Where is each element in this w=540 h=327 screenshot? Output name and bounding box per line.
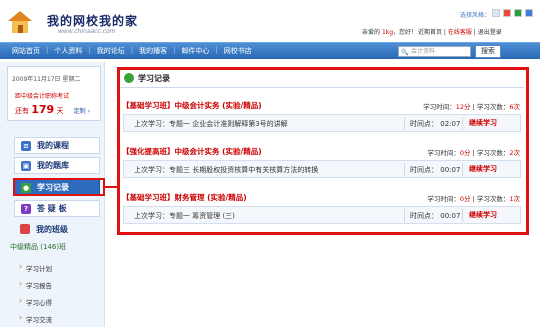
search-icon: 🔍 [401, 49, 409, 56]
style-swatch-3[interactable] [514, 9, 522, 17]
question-bank-icon: ▣ [21, 161, 31, 171]
sidebar-item-qa-board[interactable]: ? 答 疑 板 [14, 200, 100, 217]
exam-label: 距中级会计职称考试 [15, 93, 70, 100]
sub-item-report[interactable]: 学习报告 [19, 279, 52, 290]
highlight-box-sidebar [13, 178, 105, 196]
top-links: 近期首页 | 在线客服 | 退出登录 [418, 29, 502, 36]
greeting: 亲爱的 1kg，您好！ [362, 27, 417, 36]
remain-prefix: 还有 [15, 107, 29, 115]
days-remaining: 还有 179 天 定制 › [15, 103, 90, 116]
recent-home-link[interactable]: 近期首页 [418, 29, 442, 36]
sidebar-item-courses[interactable]: ≡ 我的课程 [14, 137, 100, 154]
logout-link[interactable]: 退出登录 [478, 29, 502, 36]
sub-item-notes[interactable]: 学习心得 [19, 296, 52, 307]
customize-link[interactable]: 定制 › [74, 108, 90, 115]
nav-items: 网站首页 | 个人资料 | 我的论坛 | 我的播客 | 邮件中心 | 网校书店 [6, 46, 258, 56]
sub-item-plan[interactable]: 学习计划 [19, 262, 52, 273]
style-swatch-4[interactable] [525, 9, 533, 17]
style-swatches [492, 9, 533, 17]
style-swatch-2[interactable] [503, 9, 511, 17]
house-logo-icon [8, 11, 32, 33]
sidebar-item-label: 我的课程 [37, 141, 69, 150]
help-icon: ? [21, 204, 31, 214]
greeting-suffix: ，您好！ [393, 29, 418, 36]
search-button[interactable]: 搜索 [475, 45, 501, 58]
sub-item-exchange[interactable]: 学习交流 [19, 313, 52, 324]
greeting-prefix: 亲爱的 [362, 29, 381, 36]
nav-blog[interactable]: 我的播客 [133, 46, 173, 56]
nav-bookstore[interactable]: 网校书店 [218, 46, 258, 56]
countdown-box: 2009年11月17日 星期二 距中级会计职称考试 还有 179 天 定制 › [7, 66, 101, 121]
site-header: 我的网校我的家 www.chinaacc.com 选择风格： 亲爱的 1kg，您… [0, 0, 540, 42]
site-url: www.chinaacc.com [58, 28, 116, 35]
my-class-heading: 我的班级 [14, 222, 100, 237]
current-date: 2009年11月17日 星期二 [12, 76, 81, 83]
search-placeholder: 会计资料 [411, 48, 436, 55]
highlight-box-main [117, 67, 529, 235]
class-name[interactable]: 中级精品 (146)班 [10, 242, 66, 252]
nav-forum[interactable]: 我的论坛 [91, 46, 131, 56]
online-service-link[interactable]: 在线客服 [448, 29, 472, 36]
username: 1kg [381, 29, 394, 36]
sidebar-item-label: 我的题库 [37, 161, 69, 170]
sidebar-item-label: 答 疑 板 [37, 204, 67, 213]
main-navbar: 网站首页 | 个人资料 | 我的论坛 | 我的播客 | 邮件中心 | 网校书店 🔍 会计资… [0, 42, 540, 59]
nav-mail[interactable]: 邮件中心 [175, 46, 215, 56]
remain-unit: 天 [56, 107, 64, 115]
style-swatch-1[interactable] [492, 9, 500, 17]
nav-profile[interactable]: 个人资料 [48, 46, 88, 56]
class-icon [20, 224, 30, 234]
sidebar-item-question-bank[interactable]: ▣ 我的题库 [14, 157, 100, 174]
style-label: 选择风格： [460, 12, 491, 19]
book-icon: ≡ [21, 141, 31, 151]
site-title: 我的网校我的家 [47, 14, 139, 28]
search-input[interactable]: 🔍 会计资料 [398, 46, 471, 57]
class-heading-label: 我的班级 [36, 225, 68, 234]
nav-home[interactable]: 网站首页 [6, 46, 46, 56]
remain-days: 179 [31, 103, 55, 116]
